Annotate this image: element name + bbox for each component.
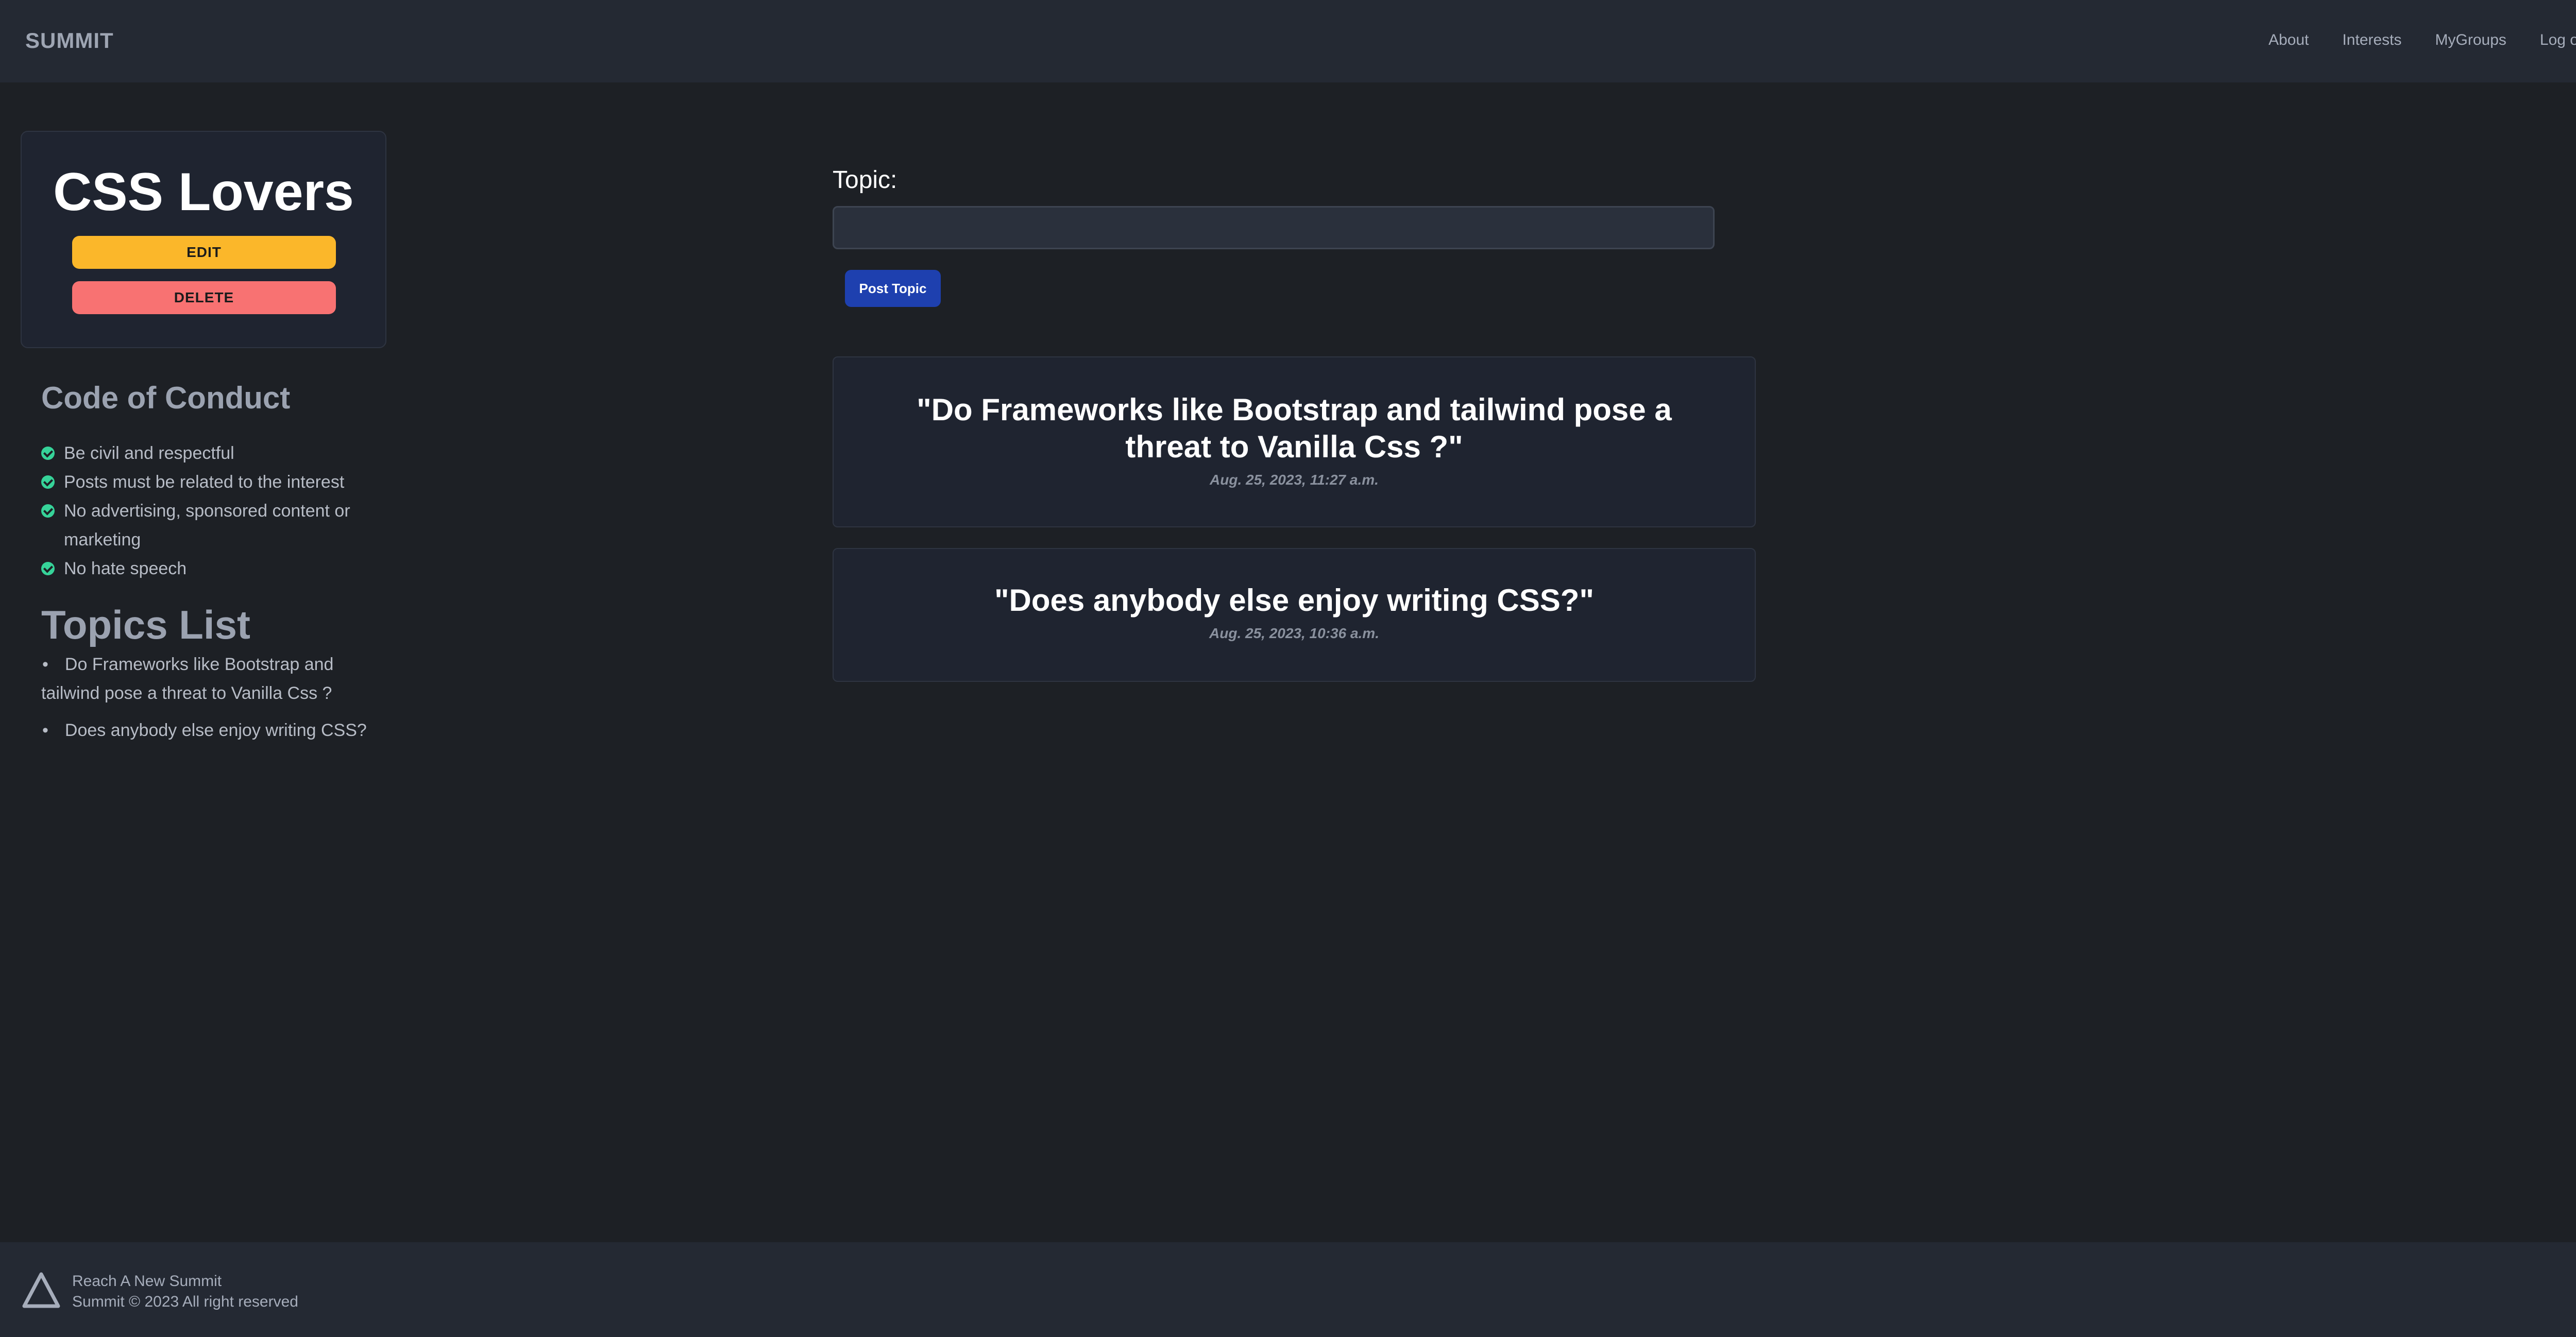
- topics-list-title: Topics List: [41, 602, 250, 647]
- navbar: SUMMIT About Interests MyGroups Log out: [0, 0, 2576, 82]
- brand-logo-text[interactable]: SUMMIT: [25, 28, 114, 53]
- edit-button[interactable]: EDIT: [72, 236, 336, 269]
- conduct-rule: Be civil and respectful: [41, 439, 392, 468]
- conduct-rule-text: Posts must be related to the interest: [64, 472, 345, 492]
- code-of-conduct-list: Be civil and respectful Posts must be re…: [41, 439, 392, 583]
- nav-links: About Interests MyGroups Log out: [2235, 31, 2576, 49]
- topic-input[interactable]: [833, 206, 1715, 249]
- topics-list-item[interactable]: Does anybody else enjoy writing CSS?: [41, 716, 392, 745]
- check-circle-icon: [41, 447, 55, 460]
- topic-card-date: Aug. 25, 2023, 10:36 a.m.: [1209, 625, 1379, 641]
- delete-button[interactable]: DELETE: [72, 281, 336, 314]
- footer-tagline: Reach A New Summit: [72, 1273, 222, 1290]
- group-title: CSS Lovers: [53, 162, 354, 222]
- nav-link-mygroups[interactable]: MyGroups: [2435, 31, 2506, 49]
- footer-copyright: Summit © 2023 All right reserved: [72, 1293, 298, 1310]
- code-of-conduct-title: Code of Conduct: [41, 381, 291, 415]
- topic-card-title[interactable]: "Does anybody else enjoy writing CSS?": [834, 582, 1755, 619]
- topics-list: Do Frameworks like Bootstrap and tailwin…: [41, 650, 392, 753]
- check-circle-icon: [41, 504, 55, 518]
- footer: Reach A New Summit Summit © 2023 All rig…: [0, 1242, 2576, 1337]
- topic-label: Topic:: [833, 166, 897, 194]
- triangle-logo-icon: [22, 1272, 60, 1308]
- topics-list-item[interactable]: Do Frameworks like Bootstrap and tailwin…: [41, 650, 392, 708]
- conduct-rule-text: No hate speech: [64, 559, 187, 578]
- nav-link-logout[interactable]: Log out: [2540, 31, 2576, 49]
- topic-card-date: Aug. 25, 2023, 11:27 a.m.: [1210, 472, 1379, 488]
- nav-link-interests[interactable]: Interests: [2342, 31, 2401, 49]
- group-card: CSS Lovers EDIT DELETE: [21, 131, 386, 348]
- check-circle-icon: [41, 562, 55, 575]
- conduct-rule: No hate speech: [41, 554, 392, 583]
- nav-link-about[interactable]: About: [2268, 31, 2309, 49]
- topic-card[interactable]: "Does anybody else enjoy writing CSS?" A…: [833, 548, 1756, 682]
- check-circle-icon: [41, 475, 55, 489]
- conduct-rule: Posts must be related to the interest: [41, 468, 392, 496]
- conduct-rule-text: Be civil and respectful: [64, 443, 234, 463]
- conduct-rule-text: No advertising, sponsored content or mar…: [64, 501, 350, 550]
- footer-text: Reach A New Summit Summit © 2023 All rig…: [72, 1271, 298, 1312]
- conduct-rule: No advertising, sponsored content or mar…: [41, 496, 392, 554]
- post-topic-button[interactable]: Post Topic: [845, 270, 941, 307]
- topic-card-title[interactable]: "Do Frameworks like Bootstrap and tailwi…: [834, 391, 1755, 466]
- topic-card[interactable]: "Do Frameworks like Bootstrap and tailwi…: [833, 356, 1756, 527]
